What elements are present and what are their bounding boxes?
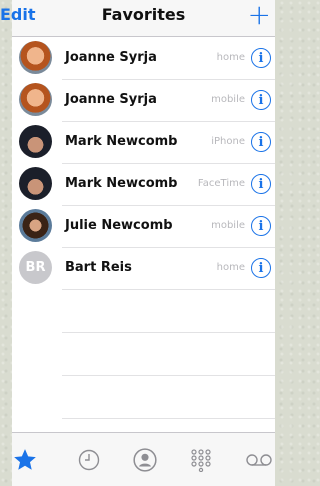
empty-row: [12, 333, 275, 376]
clock-icon: [78, 449, 100, 471]
contact-icon: [133, 448, 157, 472]
phone-label: mobile: [211, 94, 245, 105]
favorite-row[interactable]: Mark Newcomb iPhone i: [12, 122, 275, 164]
plus-icon[interactable]: +: [248, 0, 271, 31]
favorite-row[interactable]: Julie Newcomb mobile i: [12, 206, 275, 248]
phone-screen: Edit Favorites + Joanne Syrja home i Joa…: [0, 0, 275, 486]
phone-label: mobile: [211, 220, 245, 231]
avatar: [19, 209, 52, 242]
info-icon[interactable]: i: [251, 258, 271, 278]
avatar: [19, 41, 52, 74]
phone-label: iPhone: [211, 136, 245, 147]
star-icon: [14, 449, 36, 470]
tab-recents[interactable]: [74, 445, 104, 475]
info-icon[interactable]: i: [251, 90, 271, 110]
phone-label: FaceTime: [197, 178, 245, 189]
tab-voicemail[interactable]: [244, 445, 274, 475]
tab-contacts[interactable]: [130, 445, 160, 475]
avatar: [19, 83, 52, 116]
contact-name: Joanne Syrja: [65, 50, 157, 65]
empty-row: [12, 376, 275, 419]
page-title: Favorites: [101, 5, 186, 24]
keypad-icon: [191, 449, 211, 472]
phone-label: home: [216, 262, 245, 273]
info-icon[interactable]: i: [251, 174, 271, 194]
phone-label: home: [216, 52, 245, 63]
info-icon[interactable]: i: [251, 216, 271, 236]
voicemail-icon: [246, 454, 272, 466]
info-icon[interactable]: i: [251, 132, 271, 152]
avatar-initials: BR: [19, 251, 52, 284]
tab-bar: [12, 432, 275, 486]
contact-name: Julie Newcomb: [65, 218, 173, 233]
favorite-row[interactable]: BR Bart Reis home i: [12, 248, 275, 290]
tab-keypad[interactable]: [186, 445, 216, 475]
contact-name: Bart Reis: [65, 260, 132, 275]
empty-row: [12, 290, 275, 333]
avatar: [19, 125, 52, 158]
navigation-bar: Edit Favorites +: [0, 0, 275, 37]
favorites-list: Joanne Syrja home i Joanne Syrja mobile …: [12, 38, 275, 419]
favorite-row[interactable]: Joanne Syrja mobile i: [12, 80, 275, 122]
favorite-row[interactable]: Joanne Syrja home i: [12, 38, 275, 80]
divider: [62, 418, 275, 419]
contact-name: Joanne Syrja: [65, 92, 157, 107]
avatar: [19, 167, 52, 200]
contact-name: Mark Newcomb: [65, 176, 178, 191]
info-icon[interactable]: i: [251, 48, 271, 68]
tab-favorites[interactable]: [10, 445, 40, 475]
favorite-row[interactable]: Mark Newcomb FaceTime i: [12, 164, 275, 206]
contact-name: Mark Newcomb: [65, 134, 178, 149]
